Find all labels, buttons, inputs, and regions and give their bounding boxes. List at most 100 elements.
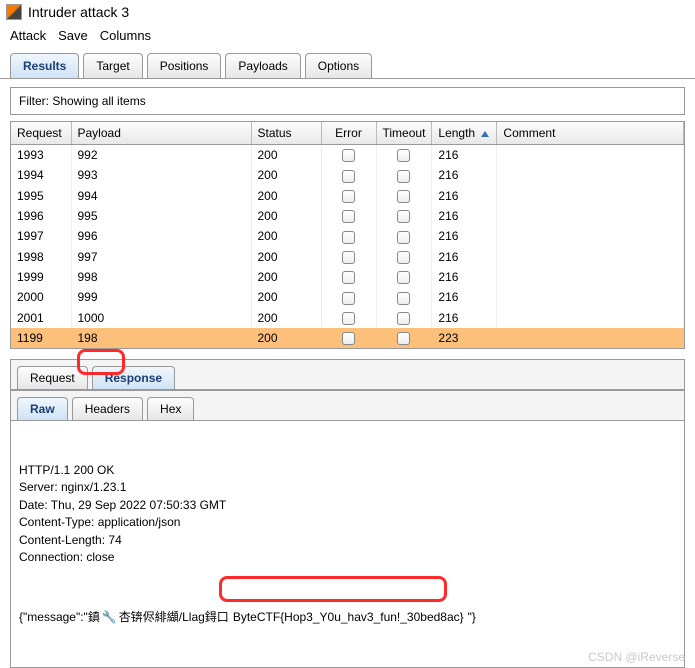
- checkbox-icon: [397, 170, 410, 183]
- checkbox-icon: [342, 332, 355, 345]
- cell-length: 223: [432, 328, 497, 348]
- cell-error: [321, 267, 376, 287]
- col-timeout[interactable]: Timeout: [376, 122, 432, 145]
- cell-comment: [497, 145, 684, 166]
- response-view-tabs: Raw Headers Hex: [11, 390, 684, 421]
- cell-comment: [497, 165, 684, 185]
- col-status[interactable]: Status: [251, 122, 321, 145]
- cell-status: 200: [251, 145, 321, 166]
- msg-flag: ByteCTF{Hop3_Y0u_hav3_fun!_30bed8ac}: [231, 609, 466, 626]
- checkbox-icon: [342, 170, 355, 183]
- cell-request: 2001: [11, 308, 71, 328]
- tab-payloads[interactable]: Payloads: [225, 53, 300, 78]
- response-line: Connection: close: [19, 549, 676, 566]
- table-row[interactable]: 1995994200216: [11, 186, 684, 206]
- cell-request: 1999: [11, 267, 71, 287]
- app-icon: [6, 4, 22, 20]
- cell-length: 216: [432, 308, 497, 328]
- checkbox-icon: [397, 190, 410, 203]
- col-error[interactable]: Error: [321, 122, 376, 145]
- cell-status: 200: [251, 267, 321, 287]
- cell-payload: 198: [71, 328, 251, 348]
- menubar: Attack Save Columns: [0, 24, 695, 47]
- msg-mid: 杏锛侭緋纈/Llag鍀口: [119, 609, 229, 626]
- menu-save[interactable]: Save: [58, 28, 88, 43]
- tab-headers[interactable]: Headers: [72, 397, 143, 420]
- cell-error: [321, 287, 376, 307]
- menu-attack[interactable]: Attack: [10, 28, 46, 43]
- table-row[interactable]: 1993992200216: [11, 145, 684, 166]
- tab-positions[interactable]: Positions: [147, 53, 222, 78]
- response-json-line: {"message":"鎮 🔧 杏锛侭緋纈/Llag鍀口 ByteCTF{Hop…: [19, 609, 676, 626]
- cell-payload: 992: [71, 145, 251, 166]
- table-header-row: Request Payload Status Error Timeout Len…: [11, 122, 684, 145]
- cell-status: 200: [251, 247, 321, 267]
- cell-error: [321, 186, 376, 206]
- cell-timeout: [376, 308, 432, 328]
- titlebar: Intruder attack 3: [0, 0, 695, 24]
- checkbox-icon: [397, 231, 410, 244]
- cell-status: 200: [251, 206, 321, 226]
- cell-status: 200: [251, 287, 321, 307]
- tab-hex[interactable]: Hex: [147, 397, 194, 420]
- tab-raw[interactable]: Raw: [17, 397, 68, 420]
- response-body[interactable]: HTTP/1.1 200 OKServer: nginx/1.23.1Date:…: [11, 421, 684, 667]
- response-line: Content-Length: 74: [19, 532, 676, 549]
- response-line: Date: Thu, 29 Sep 2022 07:50:33 GMT: [19, 497, 676, 514]
- cell-error: [321, 145, 376, 166]
- checkbox-icon: [342, 271, 355, 284]
- msg-prefix: {"message":"鎮: [19, 609, 100, 626]
- cell-comment: [497, 186, 684, 206]
- detail-panel: Request Response Raw Headers Hex HTTP/1.…: [10, 359, 685, 668]
- table-row[interactable]: 1199198200223: [11, 328, 684, 348]
- table-row[interactable]: 2000999200216: [11, 287, 684, 307]
- checkbox-icon: [342, 312, 355, 325]
- cell-comment: [497, 267, 684, 287]
- cell-request: 1996: [11, 206, 71, 226]
- cell-request: 1997: [11, 226, 71, 246]
- table-row[interactable]: 1999998200216: [11, 267, 684, 287]
- cell-timeout: [376, 247, 432, 267]
- menu-columns[interactable]: Columns: [100, 28, 151, 43]
- table-row[interactable]: 1996995200216: [11, 206, 684, 226]
- table-row[interactable]: 1994993200216: [11, 165, 684, 185]
- checkbox-icon: [397, 149, 410, 162]
- cell-length: 216: [432, 267, 497, 287]
- cell-timeout: [376, 206, 432, 226]
- table-row[interactable]: 1997996200216: [11, 226, 684, 246]
- checkbox-icon: [342, 190, 355, 203]
- cell-payload: 997: [71, 247, 251, 267]
- table-row[interactable]: 20011000200216: [11, 308, 684, 328]
- checkbox-icon: [342, 251, 355, 264]
- cell-comment: [497, 206, 684, 226]
- cell-timeout: [376, 287, 432, 307]
- checkbox-icon: [342, 231, 355, 244]
- cell-payload: 993: [71, 165, 251, 185]
- window-title: Intruder attack 3: [28, 4, 129, 20]
- cell-request: 1993: [11, 145, 71, 166]
- col-payload[interactable]: Payload: [71, 122, 251, 145]
- tab-request[interactable]: Request: [17, 366, 88, 389]
- tab-options[interactable]: Options: [305, 53, 372, 78]
- cell-comment: [497, 287, 684, 307]
- col-length[interactable]: Length: [432, 122, 497, 145]
- table-row[interactable]: 1998997200216: [11, 247, 684, 267]
- cell-status: 200: [251, 308, 321, 328]
- cell-length: 216: [432, 186, 497, 206]
- main-tabs: Results Target Positions Payloads Option…: [0, 47, 695, 79]
- col-request[interactable]: Request: [11, 122, 71, 145]
- cell-request: 1995: [11, 186, 71, 206]
- cell-length: 216: [432, 165, 497, 185]
- tab-target[interactable]: Target: [83, 53, 142, 78]
- cell-error: [321, 328, 376, 348]
- filter-bar[interactable]: Filter: Showing all items: [10, 87, 685, 115]
- cell-timeout: [376, 186, 432, 206]
- cell-timeout: [376, 267, 432, 287]
- cell-payload: 996: [71, 226, 251, 246]
- col-comment[interactable]: Comment: [497, 122, 684, 145]
- tab-results[interactable]: Results: [10, 53, 79, 78]
- cell-timeout: [376, 328, 432, 348]
- tab-response[interactable]: Response: [92, 366, 175, 389]
- cell-timeout: [376, 145, 432, 166]
- response-line: HTTP/1.1 200 OK: [19, 462, 676, 479]
